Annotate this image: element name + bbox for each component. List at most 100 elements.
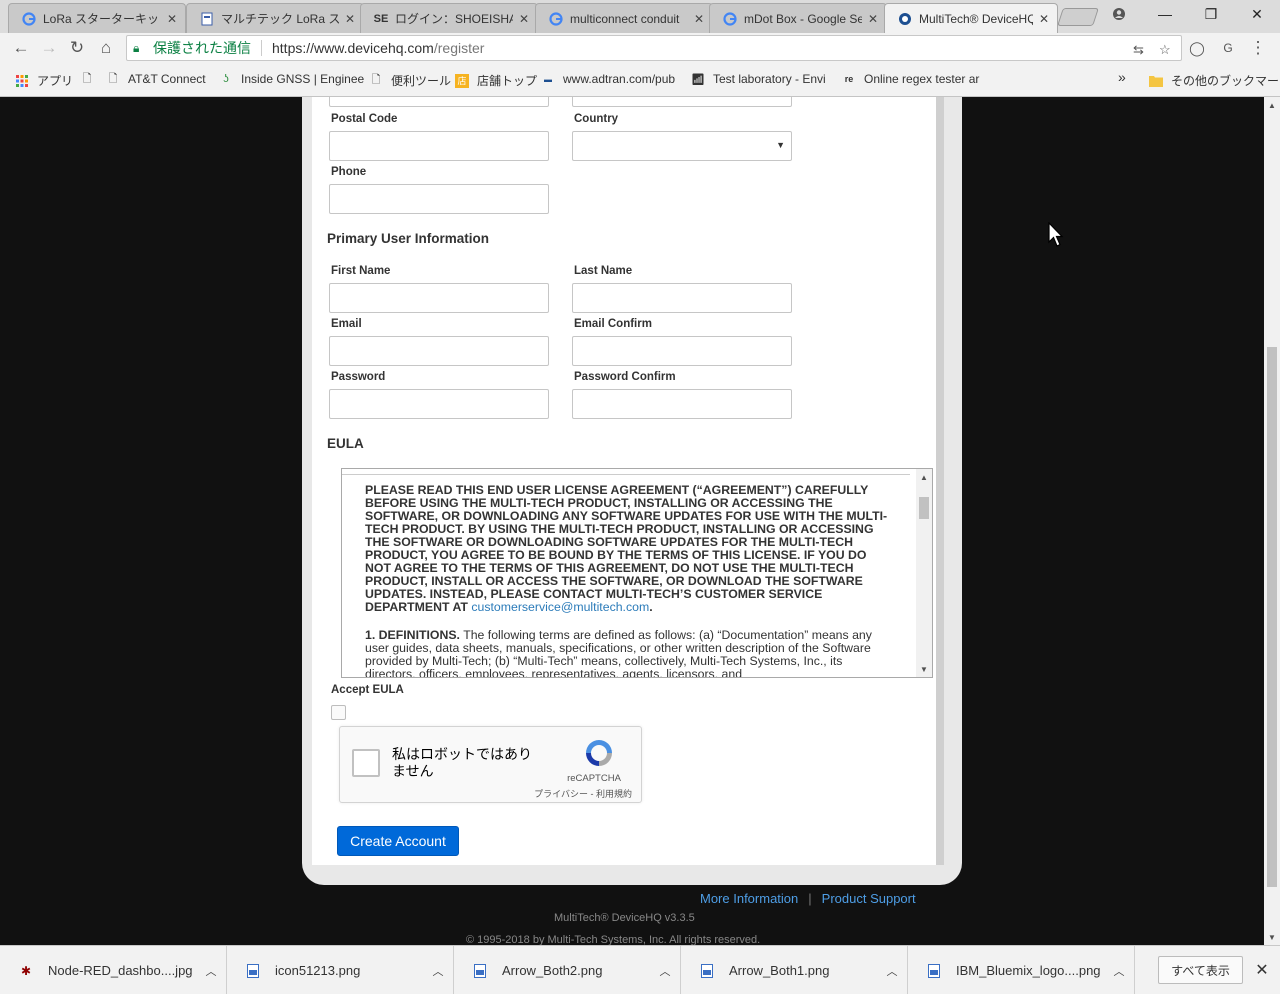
last-name-input[interactable] [572, 283, 792, 313]
recaptcha-checkbox[interactable] [352, 749, 380, 777]
recaptcha-widget: 私はロボットではありません reCAPTCHA プライバシー - 利用規約 [339, 726, 642, 803]
download-item[interactable]: icon51213.png ︿ [227, 946, 454, 994]
download-item[interactable]: ✱ Node-RED_dashbo....jpg ︿ [0, 946, 227, 994]
bookmark-adtran[interactable]: ▬ www.adtran.com/pub [541, 72, 675, 86]
postal-code-input[interactable] [329, 131, 549, 161]
tab-title: マルチテック LoRa スター [221, 12, 339, 26]
chevron-up-icon[interactable]: ︿ [196, 963, 226, 979]
chevron-down-icon: ▼ [776, 140, 785, 150]
tab-devicehq[interactable]: MultiTech® DeviceHQ ✕ [884, 3, 1058, 33]
bookmarks-overflow-icon[interactable]: » [1118, 69, 1126, 85]
lock-icon: 🔒︎ [133, 40, 140, 55]
address-bar[interactable]: 🔒︎ 保護された通信 https://www.devicehq.com/regi… [126, 35, 1182, 61]
bookmark-label: その他のブックマーク [1171, 74, 1280, 88]
first-name-input[interactable] [329, 283, 549, 313]
close-icon[interactable]: ✕ [692, 12, 706, 26]
recaptcha-label: 私はロボットではありません [392, 746, 532, 779]
recaptcha-privacy-terms-link[interactable]: プライバシー - 利用規約 [504, 787, 632, 800]
show-all-downloads-button[interactable]: すべて表示 [1158, 956, 1243, 984]
bookmark-label: 店舗トップ [477, 74, 538, 88]
chevron-up-icon[interactable]: ︿ [1104, 963, 1134, 979]
tab-multiconnect-conduit[interactable]: multiconnect conduit ✕ [535, 3, 713, 33]
postal-code-label: Postal Code [331, 113, 398, 125]
chevron-up-icon[interactable]: ︿ [877, 963, 907, 979]
scroll-up-icon[interactable]: ▲ [1264, 97, 1280, 113]
chevron-up-icon[interactable]: ︿ [650, 963, 680, 979]
bookmark-label: www.adtran.com/pub [563, 72, 676, 86]
menu-icon[interactable]: ⋮ [1246, 36, 1270, 60]
scroll-down-icon[interactable]: ▼ [1264, 929, 1280, 945]
scrollbar-thumb[interactable] [919, 497, 929, 519]
back-icon[interactable]: ← [9, 36, 33, 60]
scroll-up-icon[interactable]: ▲ [916, 470, 932, 484]
close-icon[interactable]: ✕ [517, 12, 531, 26]
store-icon: 店 [455, 73, 469, 88]
tab-shoeisha-login[interactable]: SE ログイン：SHOEISHA iD ✕ [360, 3, 538, 33]
eula-scrollbar[interactable]: ▲ ▼ [916, 469, 932, 677]
close-icon[interactable]: ✕ [1252, 958, 1272, 982]
scrollbar-thumb[interactable] [1267, 347, 1277, 887]
security-label: 保護された通信 [153, 40, 251, 56]
more-information-link[interactable]: More Information [700, 891, 798, 906]
password-confirm-input[interactable] [572, 389, 792, 419]
translate-icon[interactable]: ⇆ [1133, 42, 1144, 58]
close-icon[interactable]: ✕ [165, 12, 179, 26]
restore-icon[interactable]: ❐ [1188, 0, 1234, 28]
image-file-icon [699, 963, 715, 979]
bookmark-store-top[interactable]: 店 店舗トップ [455, 72, 537, 89]
close-icon[interactable]: ✕ [866, 12, 880, 26]
minimize-icon[interactable]: — [1142, 0, 1188, 28]
bookmark-other[interactable]: その他のブックマーク [1149, 72, 1280, 89]
phone-label: Phone [331, 166, 367, 178]
bookmark-useful-tools[interactable]: 🗋︎ 便利ツール [369, 72, 451, 89]
page-icon: 🗋︎ [108, 72, 118, 85]
tab-multitech-lora[interactable]: マルチテック LoRa スター ✕ [186, 3, 364, 33]
chevron-up-icon[interactable]: ︿ [423, 963, 453, 979]
page-icon: 🗋︎ [82, 72, 92, 85]
city-field-partial[interactable] [572, 97, 792, 107]
bookmark-apps[interactable]: アプリ [15, 72, 73, 89]
create-account-button[interactable]: Create Account [337, 826, 459, 856]
bookmark-regex-tester[interactable]: re Online regex tester ar [842, 72, 980, 86]
download-item[interactable]: Arrow_Both1.png ︿ [681, 946, 908, 994]
tab-lora-starter[interactable]: LoRa スターターキット - G ✕ [8, 3, 186, 33]
close-icon[interactable]: ✕ [343, 12, 357, 26]
adtran-icon: ▬ [544, 74, 552, 84]
page-scrollbar[interactable]: ▲ ▼ [1264, 97, 1280, 945]
download-item[interactable]: Arrow_Both2.png ︿ [454, 946, 681, 994]
tab-mdot-box[interactable]: mDot Box - Google Se ✕ [709, 3, 887, 33]
se-icon: SE [373, 12, 389, 25]
phone-input[interactable] [329, 184, 549, 214]
eula-paragraph: PLEASE READ THIS END USER LICENSE AGREEM… [365, 483, 888, 614]
forward-icon[interactable]: → [37, 36, 61, 60]
bookmark-att-connect[interactable]: 🗋︎ AT&T Connect [106, 72, 206, 86]
country-select[interactable]: ▼ [572, 131, 792, 161]
bookmark-page[interactable]: 🗋︎ [80, 72, 102, 86]
window-close-icon[interactable]: ✕ [1234, 0, 1280, 28]
last-name-label: Last Name [574, 265, 633, 277]
download-item[interactable]: IBM_Bluemix_logo....png ︿ [908, 946, 1135, 994]
eula-email-link[interactable]: customerservice@multitech.com [471, 600, 649, 614]
new-tab-button[interactable] [1057, 8, 1099, 26]
star-icon[interactable]: ☆ [1159, 42, 1171, 58]
divider [261, 40, 262, 56]
password-input[interactable] [329, 389, 549, 419]
email-confirm-input[interactable] [572, 336, 792, 366]
eula-textbox[interactable]: PLEASE READ THIS END USER LICENSE AGREEM… [341, 468, 933, 678]
home-icon[interactable]: ⌂ [94, 36, 118, 60]
tab-title: ログイン：SHOEISHA iD [395, 12, 513, 26]
email-confirm-label: Email Confirm [574, 318, 652, 330]
bookmark-test-laboratory[interactable]: 📶︎ Test laboratory - Envi [691, 72, 826, 86]
extension-icon[interactable]: ◯ [1185, 36, 1209, 60]
profile-icon[interactable] [1096, 0, 1142, 28]
grammarly-icon[interactable]: G [1216, 36, 1240, 60]
email-input[interactable] [329, 336, 549, 366]
accept-eula-checkbox[interactable] [331, 705, 346, 720]
tab-title: mDot Box - Google Se [744, 11, 862, 26]
close-icon[interactable]: ✕ [1037, 12, 1051, 26]
scroll-down-icon[interactable]: ▼ [916, 662, 932, 676]
reload-icon[interactable]: ↻ [65, 36, 89, 60]
bookmark-inside-gnss[interactable]: ʖ Inside GNSS | Enginee [219, 72, 364, 86]
address-field-partial[interactable] [329, 97, 549, 107]
product-support-link[interactable]: Product Support [822, 891, 916, 906]
